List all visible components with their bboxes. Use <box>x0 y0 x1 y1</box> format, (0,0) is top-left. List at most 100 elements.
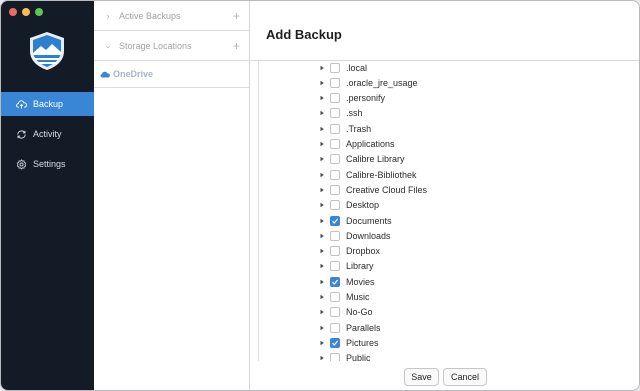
sidebar-item-activity[interactable]: Activity <box>1 122 94 146</box>
folder-row[interactable]: Pictures <box>259 335 631 350</box>
folder-row[interactable]: Applications <box>259 137 631 152</box>
sidebar-item-backup[interactable]: Backup <box>1 92 94 116</box>
disclosure-triangle-icon[interactable] <box>319 279 325 285</box>
add-storage-location-button[interactable]: + <box>233 39 240 53</box>
folder-checkbox[interactable] <box>330 261 340 272</box>
folder-row[interactable]: Creative Cloud Files <box>259 182 631 197</box>
folder-row[interactable]: .Trash <box>259 121 631 136</box>
folder-row[interactable]: Music <box>259 290 631 305</box>
folder-row[interactable]: Documents <box>259 213 631 228</box>
folder-checkbox[interactable] <box>330 139 340 149</box>
disclosure-triangle-icon[interactable] <box>319 340 325 346</box>
folder-checkbox[interactable] <box>330 184 340 195</box>
disclosure-triangle-icon[interactable] <box>319 355 325 361</box>
save-button[interactable]: Save <box>404 368 439 386</box>
folder-row[interactable]: Dropbox <box>259 244 631 259</box>
folder-checkbox[interactable] <box>330 246 340 257</box>
folder-checkbox[interactable] <box>330 169 340 180</box>
storage-item-onedrive[interactable]: OneDrive <box>94 61 249 88</box>
cancel-button[interactable]: Cancel <box>443 368 487 386</box>
disclosure-triangle-icon[interactable] <box>319 325 325 331</box>
active-backups-section[interactable]: › Active Backups + <box>94 1 249 31</box>
disclosure-triangle-icon[interactable] <box>319 218 325 224</box>
folder-row[interactable]: Parallels <box>259 320 631 335</box>
folder-row[interactable]: .local <box>259 61 631 75</box>
section-label: Storage Locations <box>119 40 192 51</box>
folder-checkbox[interactable] <box>330 353 340 361</box>
section-label: Active Backups <box>119 10 181 21</box>
folder-tree[interactable]: .local .oracle_jre_usage .personify .ssh .Tr… <box>258 61 631 361</box>
add-backup-button[interactable]: + <box>233 9 240 23</box>
storage-item-label: OneDrive <box>113 69 154 79</box>
checkmark-icon <box>332 218 339 224</box>
folder-checkbox[interactable] <box>330 230 340 241</box>
folder-checkbox[interactable] <box>330 154 340 165</box>
minimize-window-button[interactable] <box>22 8 30 16</box>
folder-checkbox[interactable] <box>330 62 340 73</box>
folder-checkbox[interactable] <box>330 200 340 211</box>
folder-checkbox[interactable] <box>330 322 340 333</box>
disclosure-triangle-icon[interactable] <box>319 172 325 178</box>
folder-row[interactable]: Public <box>259 351 631 361</box>
folder-row[interactable]: .ssh <box>259 106 631 121</box>
chevron-down-icon: ⌄ <box>104 40 112 50</box>
disclosure-triangle-icon[interactable] <box>319 156 325 162</box>
folder-name: .Trash <box>346 123 372 134</box>
disclosure-triangle-icon[interactable] <box>319 187 325 193</box>
folder-checkbox[interactable] <box>330 108 340 119</box>
chevron-right-icon: › <box>106 10 110 21</box>
zoom-window-button[interactable] <box>35 8 43 16</box>
folder-row[interactable]: No-Go <box>259 305 631 320</box>
app-logo <box>28 31 66 71</box>
folder-row[interactable]: Downloads <box>259 228 631 243</box>
folder-checkbox[interactable] <box>330 337 340 348</box>
folder-checkbox[interactable] <box>330 77 340 88</box>
disclosure-triangle-icon[interactable] <box>319 80 325 86</box>
folder-name: Downloads <box>346 230 391 241</box>
folder-row[interactable]: Desktop <box>259 198 631 213</box>
folder-row[interactable]: .oracle_jre_usage <box>259 75 631 90</box>
folder-checkbox[interactable] <box>330 292 340 302</box>
disclosure-triangle-icon[interactable] <box>319 309 325 315</box>
window-controls <box>9 8 43 16</box>
folder-name: Calibre-Bibliothek <box>346 169 417 180</box>
sidebar: Backup Activity Settings <box>1 1 94 390</box>
folder-name: Movies <box>346 276 375 287</box>
folder-checkbox[interactable] <box>330 93 340 104</box>
disclosure-triangle-icon[interactable] <box>319 65 325 71</box>
page-title: Add Backup <box>251 1 639 61</box>
disclosure-triangle-icon[interactable] <box>319 126 325 132</box>
disclosure-triangle-icon[interactable] <box>319 263 325 269</box>
gear-icon <box>16 158 27 170</box>
disclosure-triangle-icon[interactable] <box>319 95 325 101</box>
sidebar-item-settings[interactable]: Settings <box>1 152 94 176</box>
folder-checkbox[interactable] <box>330 215 340 226</box>
folder-name: .ssh <box>346 108 363 119</box>
disclosure-triangle-icon[interactable] <box>319 110 325 116</box>
folder-row[interactable]: Movies <box>259 274 631 289</box>
folder-row[interactable]: Calibre-Bibliothek <box>259 167 631 182</box>
sidebar-item-label: Settings <box>33 159 66 169</box>
dialog-footer: Save Cancel <box>251 363 639 390</box>
disclosure-triangle-icon[interactable] <box>319 141 325 147</box>
folder-checkbox[interactable] <box>330 123 340 134</box>
folder-checkbox[interactable] <box>330 307 340 318</box>
disclosure-triangle-icon[interactable] <box>319 233 325 239</box>
app-window: Backup Activity Settings › Active Backup… <box>0 0 640 391</box>
folder-row[interactable]: Calibre Library <box>259 152 631 167</box>
disclosure-triangle-icon[interactable] <box>319 294 325 300</box>
close-window-button[interactable] <box>9 8 17 16</box>
sidebar-item-label: Activity <box>33 129 62 139</box>
cloud-upload-icon <box>16 99 27 110</box>
folder-name: Creative Cloud Files <box>346 184 428 195</box>
add-backup-panel: Add Backup .local .oracle_jre_usage .perso… <box>251 1 639 390</box>
refresh-icon <box>16 129 27 140</box>
folder-row[interactable]: .personify <box>259 91 631 106</box>
folder-row[interactable]: Library <box>259 259 631 274</box>
folder-name: Public <box>346 353 371 361</box>
folder-name: Calibre Library <box>346 154 405 165</box>
disclosure-triangle-icon[interactable] <box>319 202 325 208</box>
storage-locations-section[interactable]: ⌄ Storage Locations + <box>94 31 249 61</box>
folder-checkbox[interactable] <box>330 276 340 287</box>
disclosure-triangle-icon[interactable] <box>319 248 325 254</box>
